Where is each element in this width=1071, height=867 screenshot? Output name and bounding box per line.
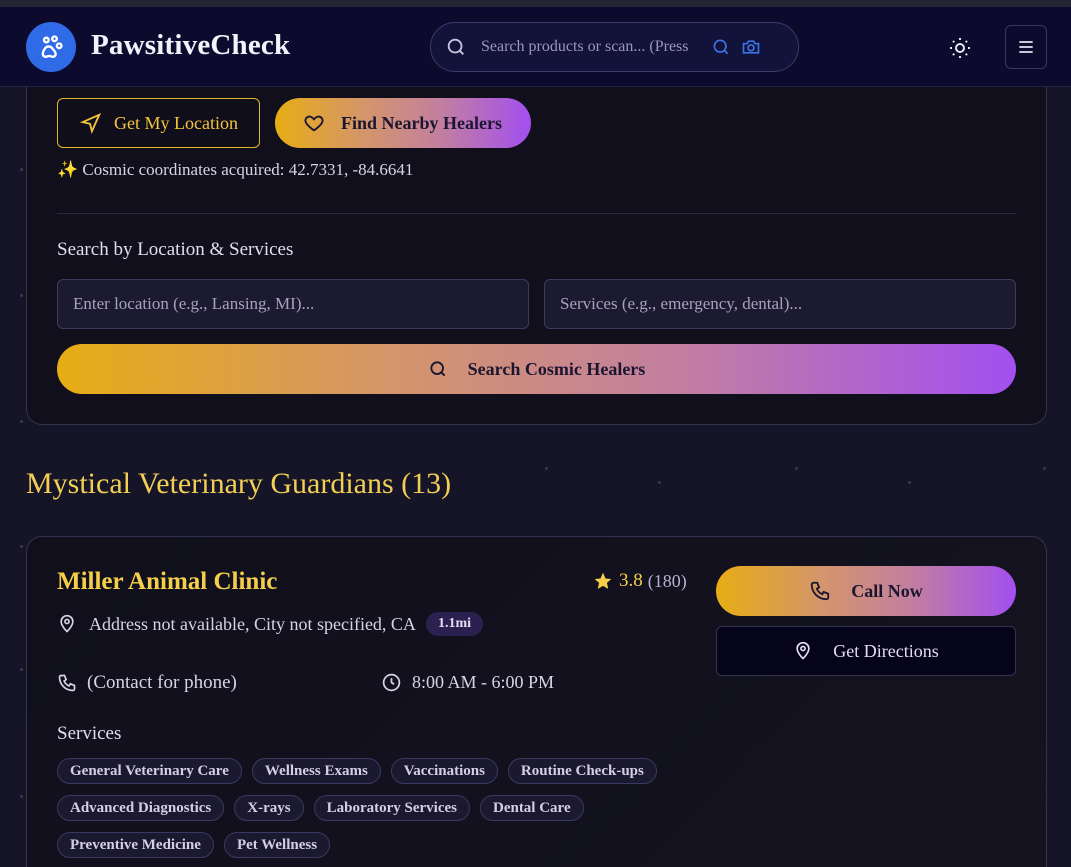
paw-logo-icon[interactable] [26, 22, 76, 72]
sun-theme-toggle-icon[interactable] [948, 36, 972, 60]
map-pin-icon [796, 641, 810, 660]
review-count: (180) [647, 570, 687, 591]
services-input[interactable] [544, 279, 1016, 329]
hamburger-menu-button[interactable] [1005, 25, 1047, 69]
phone-icon [811, 581, 830, 601]
top-frame-strip [0, 0, 1071, 7]
global-search-bar [430, 22, 799, 72]
clinic-address-row: Address not available, City not specifie… [57, 612, 483, 636]
search-submit-icon[interactable] [711, 37, 731, 57]
map-pin-icon [60, 614, 74, 633]
coordinates-status: ✨ Cosmic coordinates acquired: 42.7331, … [57, 160, 414, 179]
brand-title[interactable]: PawsitiveCheck [91, 29, 290, 62]
search-icon [430, 361, 445, 377]
search-button-label: Search Cosmic Healers [467, 358, 646, 379]
search-cosmic-healers-button[interactable]: Search Cosmic Healers [57, 344, 1016, 394]
call-now-button[interactable]: Call Now [716, 566, 1016, 616]
service-chip: Advanced Diagnostics [57, 795, 225, 821]
service-chip: General Veterinary Care [57, 758, 242, 784]
clinic-rating: 3.8 (180) [593, 570, 687, 592]
get-directions-button[interactable]: Get Directions [716, 626, 1016, 676]
camera-scan-icon[interactable] [741, 37, 761, 57]
get-location-label: Get My Location [114, 112, 238, 133]
service-chip: Pet Wellness [223, 832, 331, 858]
navigation-arrow-icon [80, 112, 102, 134]
search-section-label: Search by Location & Services [57, 239, 294, 260]
service-chip: Vaccinations [390, 758, 498, 784]
clinic-name[interactable]: Miller Animal Clinic [57, 568, 277, 596]
rating-value: 3.8 [619, 570, 643, 591]
phone-icon [58, 674, 76, 692]
clinic-phone: (Contact for phone) [87, 672, 237, 693]
results-heading: Mystical Veterinary Guardians (13) [26, 467, 452, 500]
get-directions-label: Get Directions [833, 640, 939, 661]
service-chip: X-rays [234, 795, 304, 821]
call-now-label: Call Now [851, 580, 923, 601]
location-input[interactable] [57, 279, 529, 329]
find-nearby-healers-button[interactable]: Find Nearby Healers [275, 98, 531, 148]
global-search-input[interactable] [481, 38, 699, 56]
service-chip: Preventive Medicine [57, 832, 214, 858]
clinic-hours: 8:00 AM - 6:00 PM [412, 672, 555, 692]
service-chip: Laboratory Services [313, 795, 470, 821]
star-icon [594, 572, 612, 589]
service-chip: Routine Check-ups [507, 758, 657, 784]
section-divider [57, 213, 1016, 214]
clinic-phone-row: (Contact for phone) [57, 672, 237, 694]
services-chip-list: General Veterinary Care Wellness Exams V… [57, 758, 697, 858]
distance-badge: 1.1mi [425, 612, 483, 636]
services-heading: Services [57, 723, 122, 744]
search-icon [447, 38, 464, 55]
menu-icon [1019, 41, 1033, 53]
heart-icon [304, 115, 324, 132]
app-header: PawsitiveCheck [0, 7, 1071, 87]
get-my-location-button[interactable]: Get My Location [57, 98, 260, 148]
clock-icon [382, 673, 401, 692]
service-chip: Wellness Exams [251, 758, 381, 784]
clinic-address: Address not available, City not specifie… [89, 613, 416, 634]
find-healers-label: Find Nearby Healers [341, 112, 502, 133]
clinic-hours-row: 8:00 AM - 6:00 PM [381, 672, 554, 693]
service-chip: Dental Care [479, 795, 584, 821]
